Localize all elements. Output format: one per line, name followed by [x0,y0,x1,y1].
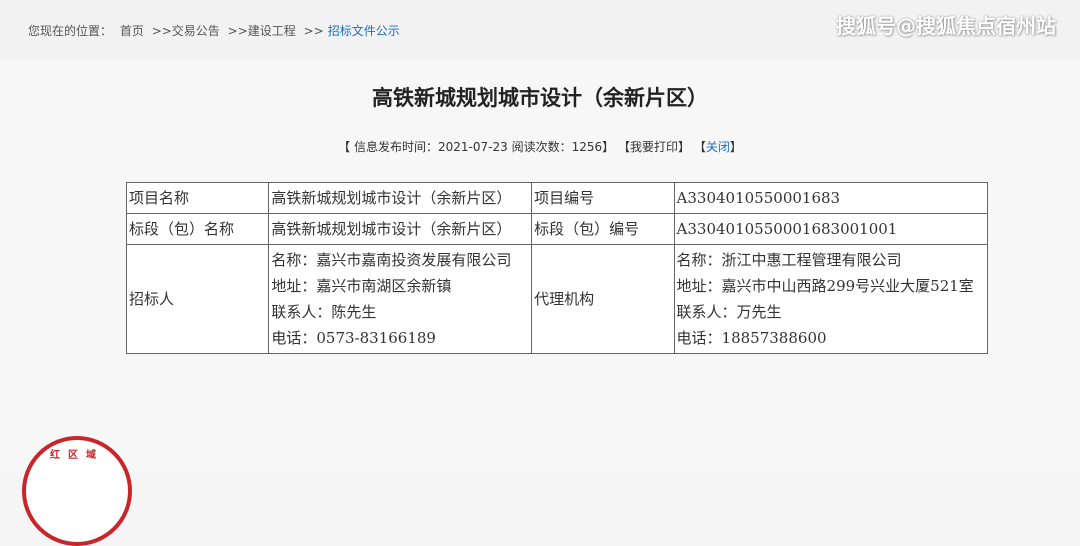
value-project-name: 高铁新城规划城市设计（余新片区） [268,182,533,214]
close-link[interactable]: 关闭 [706,140,730,154]
agency-details: 名称：浙江中惠工程管理有限公司 地址：嘉兴市中山西路299号兴业大厦521室 联… [673,244,989,354]
views-label: 阅读次数： [511,140,572,154]
breadcrumb-prefix: 您现在的位置： [28,24,113,38]
breadcrumb-construction[interactable]: >>建设工程 [228,24,296,38]
close-open-bracket: 【 [693,140,706,154]
meta-open-bracket: 【 [338,140,351,154]
table-row-project: 项目名称 高铁新城规划城市设计（余新片区） 项目编号 A330401055000… [125,182,989,214]
breadcrumb-home[interactable]: 首页 [120,24,144,38]
tenderer-phone: 电话：0573-83166189 [271,329,436,347]
tenderer-name: 名称：嘉兴市嘉南投资发展有限公司 [271,251,512,269]
label-agency: 代理机构 [531,244,675,354]
breadcrumb-separator: >> [303,24,324,38]
article-meta: 【 信息发布时间：2021-07-23 阅读次数：1256】 【我要打印】 【关… [0,138,1080,155]
close-end-bracket: 】 [729,140,742,154]
print-link[interactable]: 【我要打印】 [618,140,690,154]
label-section-number: 标段（包）编号 [531,213,675,245]
label-project-number: 项目编号 [531,182,675,214]
breadcrumb: 您现在的位置： 首页 >>交易公告 >>建设工程 >> 招标文件公示 [28,22,404,39]
project-info-table: 项目名称 高铁新城规划城市设计（余新片区） 项目编号 A330401055000… [125,182,989,354]
tenderer-contact: 联系人：陈先生 [271,303,377,321]
table-row-parties: 招标人 名称：嘉兴市嘉南投资发展有限公司 地址：嘉兴市南湖区余新镇 联系人：陈先… [125,244,989,354]
value-section-number: A3304010550001683001001 [673,213,989,245]
label-tenderer: 招标人 [125,244,270,354]
seal-lettering: 红区域 [50,450,104,461]
page-title: 高铁新城规划城市设计（余新片区） [372,86,708,110]
top-bar: 您现在的位置： 首页 >>交易公告 >>建设工程 >> 招标文件公示 搜狐号@搜狐… [0,0,1080,60]
agency-address: 地址：嘉兴市中山西路299号兴业大厦521室 [676,277,974,295]
publish-date: 2021-07-23 [437,140,508,154]
tenderer-address: 地址：嘉兴市南湖区余新镇 [271,277,452,295]
label-section-name: 标段（包）名称 [125,213,270,245]
agency-name: 名称：浙江中惠工程管理有限公司 [676,251,902,269]
value-section-name: 高铁新城规划城市设计（余新片区） [268,213,533,245]
main-content: 高铁新城规划城市设计（余新片区） 【 信息发布时间：2021-07-23 阅读次… [0,60,1080,471]
meta-close-bracket: 】 [602,140,615,154]
table-row-section: 标段（包）名称 高铁新城规划城市设计（余新片区） 标段（包）编号 A330401… [125,213,989,245]
agency-phone: 电话：18857388600 [676,329,827,347]
publish-time-label: 信息发布时间： [353,140,438,154]
value-project-number: A3304010550001683 [673,182,989,214]
tenderer-details: 名称：嘉兴市嘉南投资发展有限公司 地址：嘉兴市南湖区余新镇 联系人：陈先生 电话… [268,244,533,354]
agency-contact: 联系人：万先生 [676,303,782,321]
watermark: 搜狐号@搜狐焦点宿州站 [836,14,1056,38]
breadcrumb-trading-notice[interactable]: >>交易公告 [152,24,220,38]
label-project-name: 项目名称 [125,182,270,214]
breadcrumb-current[interactable]: 招标文件公示 [328,24,400,38]
views-count: 1256 [571,140,603,154]
